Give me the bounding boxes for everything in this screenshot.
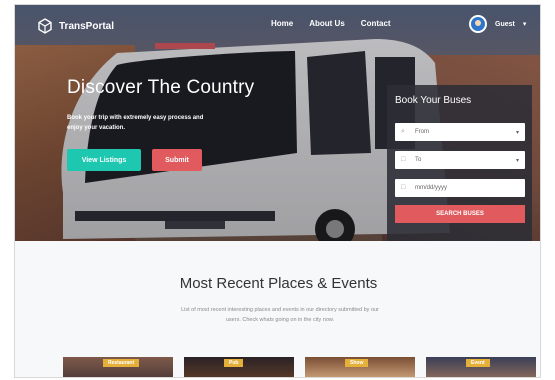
place-card[interactable]: Event [426,357,536,377]
booking-title: Book Your Buses [395,95,472,106]
places-cards: Restaurant Pub Show Event [63,357,536,377]
date-input[interactable]: □ mm/dd/yyyy [395,179,525,197]
brand[interactable]: TransPortal [37,17,114,35]
place-card[interactable]: Restaurant [63,357,173,377]
to-placeholder: To [415,157,422,163]
user-name[interactable]: Guest [495,21,515,28]
to-select[interactable]: □ To ▾ [395,151,525,169]
nav-link-home[interactable]: Home [271,19,293,28]
caret-down-icon: ▾ [515,157,519,164]
from-select[interactable]: ⌕ From ▾ [395,123,525,141]
avatar[interactable] [469,15,487,33]
main-menu: Home About Us Contact [271,19,391,28]
category-badge: Restaurant [103,359,140,367]
place-card[interactable]: Pub [184,357,294,377]
location-icon: □ [401,156,406,163]
browser-frame: TransPortal Home About Us Contact Guest … [14,4,541,378]
date-placeholder: mm/dd/yyyy [415,185,448,191]
nav-link-about[interactable]: About Us [309,19,345,28]
category-badge: Pub [224,359,244,367]
brand-name: TransPortal [59,20,115,32]
location-icon: ⌕ [401,128,405,135]
submit-button[interactable]: Submit [152,149,202,171]
hero-title: Discover The Country [67,77,255,98]
search-buses-button[interactable]: SEARCH BUSES [395,205,525,223]
category-badge: Show [345,359,369,367]
caret-down-icon[interactable]: ▾ [523,20,527,28]
hero-description: Book your trip with extremely easy proce… [67,115,204,131]
booking-panel: Book Your Buses ⌕ From ▾ □ To ▾ □ mm/dd/… [387,85,532,241]
calendar-icon: □ [401,184,406,191]
category-badge: Event [466,359,490,367]
cube-logo-icon [38,18,52,34]
nav-link-contact[interactable]: Contact [361,19,391,28]
caret-down-icon: ▾ [515,129,519,136]
page: TransPortal Home About Us Contact Guest … [0,0,555,380]
user-menu[interactable]: Guest ▾ [469,15,526,33]
place-card[interactable]: Show [305,357,415,377]
navbar: TransPortal Home About Us Contact Guest … [15,13,540,37]
view-listings-button[interactable]: View Listings [67,149,141,171]
from-placeholder: From [415,129,429,135]
section-title: Most Recent Places & Events [179,275,378,292]
section-description: List of most recent interesting places a… [181,307,379,323]
hero-section: TransPortal Home About Us Contact Guest … [15,5,540,241]
